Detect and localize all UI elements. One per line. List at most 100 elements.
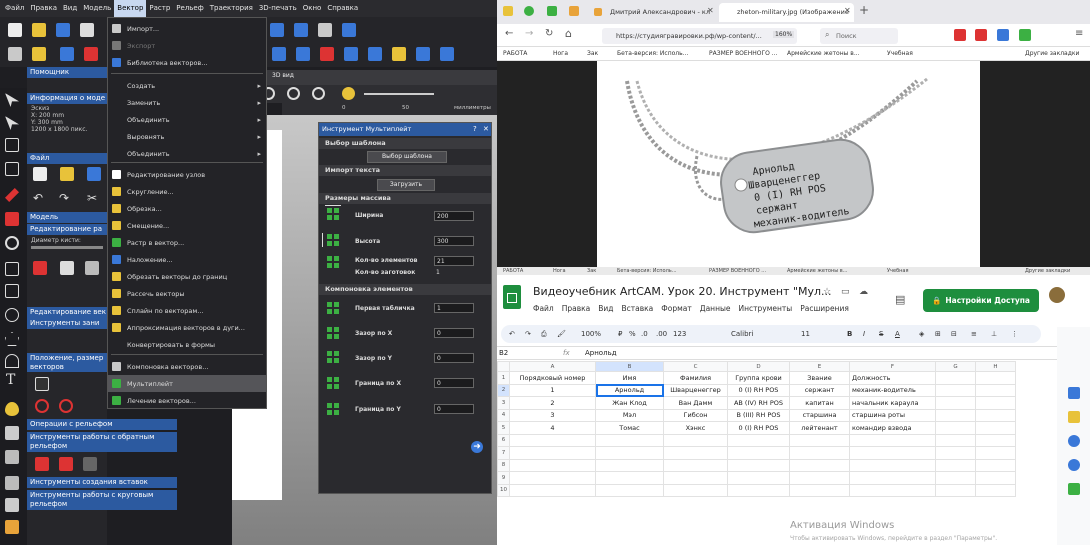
menu-item[interactable]: Файл — [2, 0, 27, 17]
relief-icon[interactable] — [342, 23, 356, 37]
star-icon[interactable]: ☆ — [823, 287, 831, 297]
table-cell[interactable] — [663, 446, 728, 460]
home-icon[interactable]: ⌂ — [565, 27, 572, 40]
keep-icon[interactable] — [1068, 411, 1080, 423]
toolbar-icon[interactable] — [80, 23, 94, 37]
table-cell[interactable]: B (III) RH POS — [727, 408, 790, 422]
vector-menu-item[interactable]: Объединить ▸ — [108, 145, 266, 162]
zoom-in-icon[interactable] — [287, 87, 300, 100]
table-cell[interactable]: Группа крови — [727, 371, 790, 385]
formula-input[interactable]: Арнольд — [585, 347, 617, 360]
menu-item[interactable]: Вид — [60, 0, 80, 17]
eraser-icon[interactable] — [60, 261, 74, 275]
column-header[interactable]: G — [935, 361, 976, 372]
vector-menu-item[interactable]: Обрезать векторы до границ — [108, 268, 266, 285]
format-select[interactable]: 123 — [673, 325, 686, 343]
table-cell[interactable] — [727, 433, 790, 447]
ellipse-icon[interactable] — [5, 308, 19, 322]
fill-drop-icon[interactable] — [5, 402, 19, 416]
arc-icon[interactable] — [5, 354, 19, 368]
load-button[interactable]: Загрузить — [377, 179, 435, 191]
round-relief-title[interactable]: Инструменты работы с круговым рельефом — [27, 490, 177, 510]
height-input[interactable]: 300 — [434, 236, 474, 246]
position-size-title[interactable]: Положение, размер векторов — [27, 353, 107, 372]
sheets-menu-item[interactable]: Файл — [533, 304, 554, 313]
table-cell[interactable] — [727, 483, 790, 497]
vector-menu-item[interactable]: Компоновка векторов... — [108, 358, 266, 375]
menu-icon[interactable]: ≡ — [1075, 28, 1083, 39]
tab-3d-view[interactable]: 3D вид — [272, 72, 294, 79]
eraser-icon[interactable] — [5, 212, 19, 226]
table-cell[interactable]: Имя — [595, 371, 664, 385]
table-cell[interactable] — [595, 458, 664, 472]
share-button[interactable]: 🔒 Настройки Доступа — [923, 289, 1039, 312]
table-cell[interactable]: 0 (I) RH POS — [727, 383, 790, 397]
tab-dmitriy[interactable]: Дмитрий Александрович - кл — [592, 3, 712, 22]
vector-menu-item[interactable]: Мультиплейт — [108, 375, 266, 392]
extension-icon[interactable] — [1019, 29, 1031, 41]
menu-item[interactable]: 3D-печать — [256, 0, 300, 17]
menu-item[interactable]: Траектория — [207, 0, 256, 17]
row-header[interactable]: 3 — [497, 396, 510, 410]
table-cell[interactable] — [595, 483, 664, 497]
contacts-icon[interactable] — [1068, 459, 1080, 471]
sculpt-tool-icon[interactable] — [5, 476, 19, 490]
extension-icon[interactable] — [975, 29, 987, 41]
sheets-menu-item[interactable]: Формат — [661, 304, 691, 313]
table-cell[interactable] — [727, 458, 790, 472]
table-cell[interactable] — [935, 471, 976, 485]
bookmark-item[interactable]: Зак — [587, 267, 596, 275]
undo-icon[interactable]: ↶ — [509, 325, 515, 343]
extension-icon[interactable] — [954, 29, 966, 41]
table-cell[interactable]: 0 (I) RH POS — [727, 421, 790, 435]
table-cell[interactable] — [789, 471, 850, 485]
bookmark-item[interactable]: РАЗМЕР ВОЕННОГО ... — [709, 47, 777, 61]
star-icon[interactable] — [342, 87, 355, 100]
vector-menu-item[interactable]: Библиотека векторов... — [108, 54, 266, 71]
choose-template-button[interactable]: Выбор шаблона — [367, 151, 447, 163]
open-folder-icon[interactable] — [60, 167, 74, 181]
bookmark-item[interactable]: РАБОТА — [503, 267, 523, 275]
relief-tool-icon[interactable] — [59, 457, 73, 471]
pinned-tab-icon[interactable] — [524, 6, 534, 16]
table-cell[interactable] — [935, 433, 976, 447]
table-cell[interactable] — [595, 446, 664, 460]
file-section-title[interactable]: Файл — [27, 153, 107, 164]
tasks-icon[interactable] — [1068, 435, 1080, 447]
table-cell[interactable] — [935, 371, 976, 385]
table-cell[interactable] — [509, 458, 596, 472]
row-header[interactable]: 6 — [497, 433, 510, 447]
bookmark-item[interactable]: Нога — [553, 47, 568, 61]
relief-icon[interactable] — [270, 23, 284, 37]
toolbar-icon[interactable] — [32, 47, 46, 61]
vector-menu-item[interactable]: Выровнять ▸ — [108, 128, 266, 145]
table-cell[interactable] — [789, 483, 850, 497]
fill-color-icon[interactable]: ◈ — [919, 325, 924, 343]
table-cell[interactable] — [935, 446, 976, 460]
column-header[interactable]: E — [789, 361, 850, 372]
menu-item[interactable]: Окно — [300, 0, 325, 17]
view-slider[interactable] — [364, 93, 434, 95]
select-arrow-icon[interactable] — [5, 93, 19, 107]
row-header[interactable]: 4 — [497, 408, 510, 422]
bookmark-item[interactable]: РАБОТА — [503, 47, 527, 61]
smooth-tool-icon[interactable] — [5, 426, 19, 440]
row-header[interactable]: 8 — [497, 458, 510, 472]
vector-menu-item[interactable]: Импорт... — [108, 20, 266, 37]
font-select[interactable]: Calibri — [731, 325, 753, 343]
table-cell[interactable]: 1 — [509, 383, 596, 397]
redo-icon[interactable]: ↷ — [59, 191, 69, 205]
table-cell[interactable] — [849, 483, 936, 497]
menu-item[interactable]: Растр — [146, 0, 173, 17]
sheets-menu-item[interactable]: Инструменты — [739, 304, 793, 313]
table-cell[interactable]: Звание — [789, 371, 850, 385]
relief-icon[interactable] — [440, 47, 454, 61]
vector-menu-item[interactable]: Сплайн по векторам... — [108, 302, 266, 319]
vector-menu-item[interactable]: Наложение... — [108, 251, 266, 268]
bookmark-item[interactable]: Зак — [587, 47, 598, 61]
vector-menu-item[interactable]: Рассечь векторы — [108, 285, 266, 302]
table-cell[interactable] — [849, 458, 936, 472]
vector-menu-item[interactable]: Объединить ▸ — [108, 111, 266, 128]
pen-icon[interactable] — [5, 188, 19, 202]
row-header[interactable]: 9 — [497, 471, 510, 485]
